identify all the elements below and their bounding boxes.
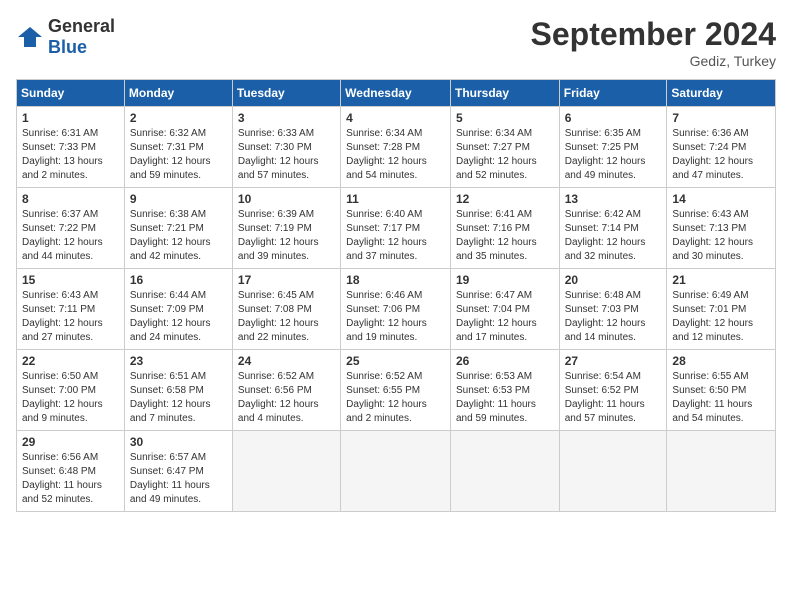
table-row: 19Sunrise: 6:47 AMSunset: 7:04 PMDayligh… — [450, 269, 559, 350]
title-block: September 2024 Gediz, Turkey — [531, 16, 776, 69]
table-row: 12Sunrise: 6:41 AMSunset: 7:16 PMDayligh… — [450, 188, 559, 269]
table-row: 23Sunrise: 6:51 AMSunset: 6:58 PMDayligh… — [124, 350, 232, 431]
table-row: 29Sunrise: 6:56 AMSunset: 6:48 PMDayligh… — [17, 431, 125, 512]
logo-general: General — [48, 16, 115, 36]
table-row: 8Sunrise: 6:37 AMSunset: 7:22 PMDaylight… — [17, 188, 125, 269]
table-row: 1Sunrise: 6:31 AMSunset: 7:33 PMDaylight… — [17, 107, 125, 188]
table-row: 18Sunrise: 6:46 AMSunset: 7:06 PMDayligh… — [341, 269, 451, 350]
table-row: 22Sunrise: 6:50 AMSunset: 7:00 PMDayligh… — [17, 350, 125, 431]
month-title: September 2024 — [531, 16, 776, 53]
col-header-monday: Monday — [124, 80, 232, 107]
page-header: General Blue September 2024 Gediz, Turke… — [16, 16, 776, 69]
table-row: 9Sunrise: 6:38 AMSunset: 7:21 PMDaylight… — [124, 188, 232, 269]
table-row — [232, 431, 340, 512]
logo: General Blue — [16, 16, 115, 58]
calendar-table: SundayMondayTuesdayWednesdayThursdayFrid… — [16, 79, 776, 512]
table-row: 10Sunrise: 6:39 AMSunset: 7:19 PMDayligh… — [232, 188, 340, 269]
table-row: 17Sunrise: 6:45 AMSunset: 7:08 PMDayligh… — [232, 269, 340, 350]
table-row: 4Sunrise: 6:34 AMSunset: 7:28 PMDaylight… — [341, 107, 451, 188]
col-header-saturday: Saturday — [667, 80, 776, 107]
table-row: 15Sunrise: 6:43 AMSunset: 7:11 PMDayligh… — [17, 269, 125, 350]
table-row: 25Sunrise: 6:52 AMSunset: 6:55 PMDayligh… — [341, 350, 451, 431]
table-row: 28Sunrise: 6:55 AMSunset: 6:50 PMDayligh… — [667, 350, 776, 431]
logo-icon — [16, 23, 44, 51]
table-row: 20Sunrise: 6:48 AMSunset: 7:03 PMDayligh… — [559, 269, 667, 350]
col-header-wednesday: Wednesday — [341, 80, 451, 107]
col-header-tuesday: Tuesday — [232, 80, 340, 107]
table-row: 2Sunrise: 6:32 AMSunset: 7:31 PMDaylight… — [124, 107, 232, 188]
table-row: 14Sunrise: 6:43 AMSunset: 7:13 PMDayligh… — [667, 188, 776, 269]
table-row: 11Sunrise: 6:40 AMSunset: 7:17 PMDayligh… — [341, 188, 451, 269]
table-row: 30Sunrise: 6:57 AMSunset: 6:47 PMDayligh… — [124, 431, 232, 512]
table-row: 26Sunrise: 6:53 AMSunset: 6:53 PMDayligh… — [450, 350, 559, 431]
table-row: 6Sunrise: 6:35 AMSunset: 7:25 PMDaylight… — [559, 107, 667, 188]
table-row: 21Sunrise: 6:49 AMSunset: 7:01 PMDayligh… — [667, 269, 776, 350]
table-row: 13Sunrise: 6:42 AMSunset: 7:14 PMDayligh… — [559, 188, 667, 269]
table-row: 16Sunrise: 6:44 AMSunset: 7:09 PMDayligh… — [124, 269, 232, 350]
table-row: 7Sunrise: 6:36 AMSunset: 7:24 PMDaylight… — [667, 107, 776, 188]
table-row — [667, 431, 776, 512]
location: Gediz, Turkey — [531, 53, 776, 69]
table-row — [450, 431, 559, 512]
col-header-friday: Friday — [559, 80, 667, 107]
table-row: 24Sunrise: 6:52 AMSunset: 6:56 PMDayligh… — [232, 350, 340, 431]
table-row — [341, 431, 451, 512]
col-header-sunday: Sunday — [17, 80, 125, 107]
col-header-thursday: Thursday — [450, 80, 559, 107]
table-row — [559, 431, 667, 512]
table-row: 27Sunrise: 6:54 AMSunset: 6:52 PMDayligh… — [559, 350, 667, 431]
table-row: 3Sunrise: 6:33 AMSunset: 7:30 PMDaylight… — [232, 107, 340, 188]
logo-blue: Blue — [48, 37, 87, 57]
table-row: 5Sunrise: 6:34 AMSunset: 7:27 PMDaylight… — [450, 107, 559, 188]
